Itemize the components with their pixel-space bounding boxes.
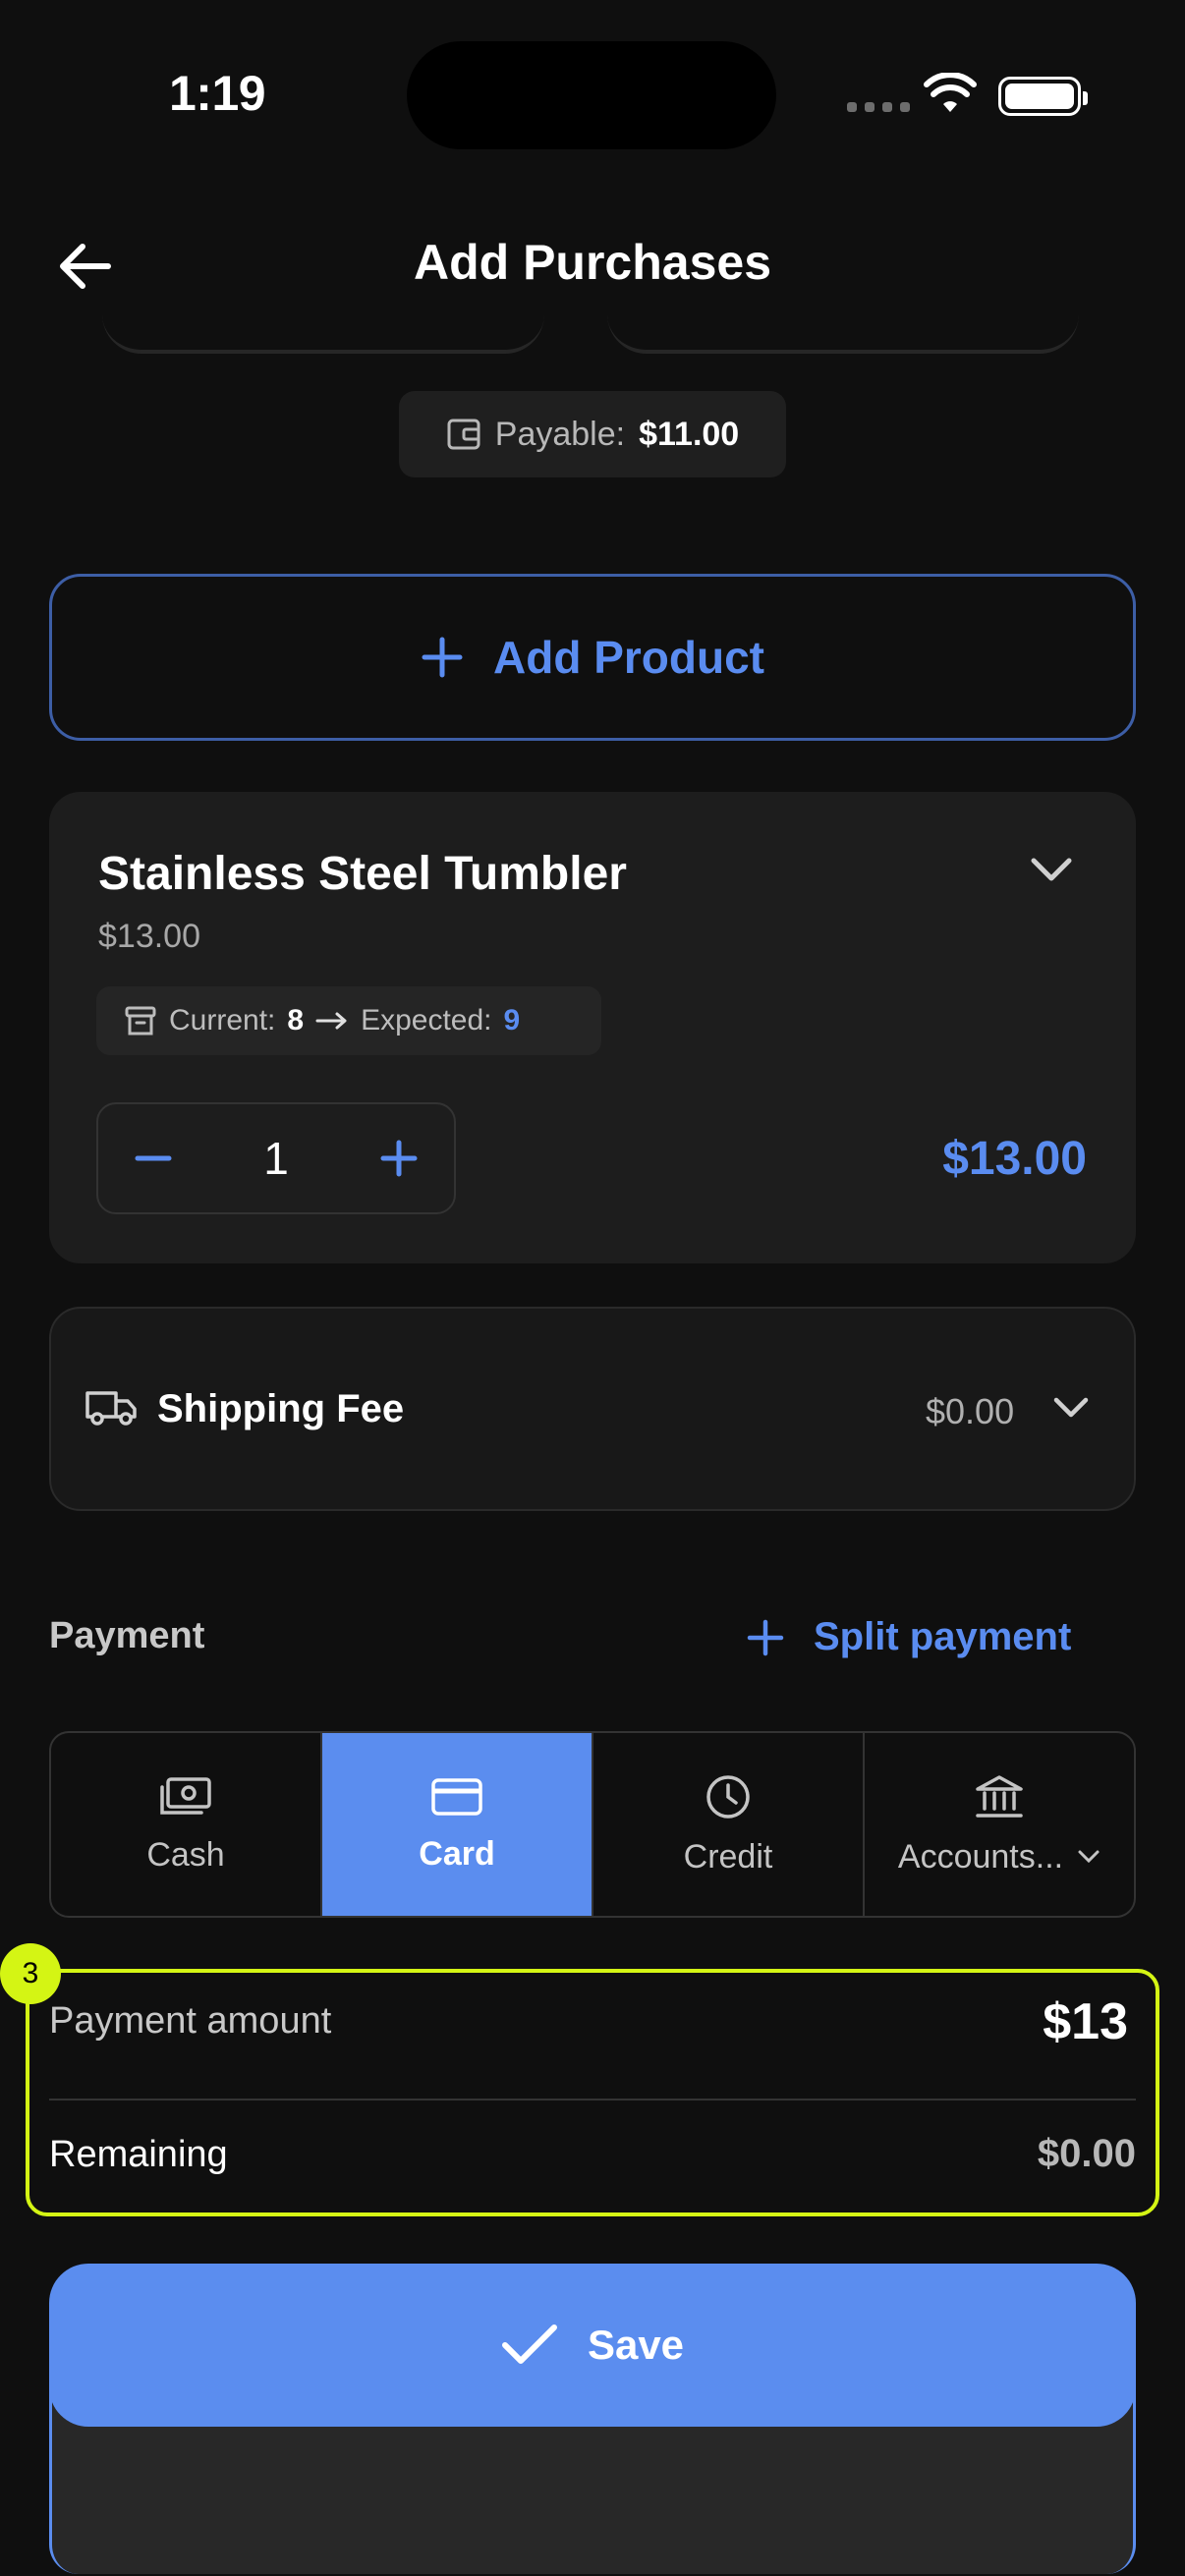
payment-amount-label: Payment amount	[49, 2000, 332, 2042]
annotation-badge: 3	[0, 1943, 61, 2004]
page-title: Add Purchases	[413, 235, 771, 290]
payable-chip: Payable: $11.00	[399, 391, 786, 477]
chevron-down-icon[interactable]	[1028, 855, 1075, 884]
payment-method-accounts[interactable]: Accounts...	[865, 1733, 1134, 1916]
product-price: $13.00	[98, 918, 200, 955]
payment-amount-value[interactable]: $13	[1043, 1992, 1128, 2051]
clock-icon	[706, 1774, 750, 1819]
add-product-label: Add Product	[493, 632, 764, 683]
stock-chip: Current: 8 Expected: 9	[96, 986, 601, 1055]
current-stock-label: Current:	[169, 1004, 276, 1036]
remaining-label: Remaining	[49, 2134, 228, 2175]
save-button[interactable]: Save	[49, 2264, 1136, 2427]
product-name: Stainless Steel Tumbler	[98, 848, 627, 900]
shipping-fee-value: $0.00	[926, 1391, 1015, 1431]
chevron-down-icon	[1078, 1850, 1100, 1864]
remaining-value: $0.00	[1037, 2132, 1136, 2175]
payment-method-label: Cash	[146, 1835, 225, 1874]
card-icon	[431, 1777, 482, 1816]
line-total: $13.00	[942, 1133, 1087, 1185]
payment-method-label: Card	[419, 1834, 495, 1873]
expected-stock-label: Expected:	[361, 1004, 492, 1036]
payment-method-card[interactable]: Card	[322, 1733, 593, 1916]
expected-stock-value: 9	[503, 1004, 521, 1036]
plus-icon[interactable]	[379, 1139, 419, 1178]
battery-icon	[998, 77, 1088, 116]
payment-method-credit[interactable]: Credit	[593, 1733, 865, 1916]
chevron-down-icon[interactable]	[1051, 1395, 1091, 1421]
checkmark-icon	[501, 2324, 557, 2364]
payable-value: $11.00	[639, 415, 740, 453]
payment-method-label: Accounts...	[897, 1837, 1064, 1876]
payable-label: Payable:	[494, 415, 626, 453]
scrolled-card-edge	[607, 314, 1079, 354]
status-time: 1:19	[169, 66, 266, 121]
cash-icon	[160, 1776, 211, 1815]
divider	[49, 2099, 1136, 2100]
payment-method-cash[interactable]: Cash	[51, 1733, 322, 1916]
signal-icon	[847, 102, 910, 112]
quantity-value[interactable]: 1	[263, 1132, 289, 1185]
arrow-right-icon	[315, 1012, 347, 1030]
minus-icon[interactable]	[134, 1139, 173, 1178]
shipping-fee-label: Shipping Fee	[157, 1387, 405, 1430]
scrolled-card-edge	[102, 314, 544, 354]
plus-icon	[747, 1619, 784, 1655]
split-payment-button[interactable]: Split payment	[747, 1615, 1071, 1659]
current-stock-value: 8	[287, 1004, 305, 1036]
wifi-icon	[924, 73, 977, 112]
archive-icon	[125, 1006, 156, 1036]
payment-method-selector: Cash Card Credit Accounts...	[49, 1731, 1136, 1918]
bank-icon	[976, 1774, 1023, 1818]
payment-method-label: Credit	[683, 1837, 773, 1876]
wallet-icon	[447, 419, 480, 450]
payment-section-label: Payment	[49, 1615, 205, 1656]
quantity-stepper: 1	[96, 1102, 456, 1214]
add-product-button[interactable]: Add Product	[49, 574, 1136, 741]
truck-icon	[85, 1391, 137, 1426]
plus-icon	[422, 637, 463, 678]
save-label: Save	[587, 2322, 685, 2368]
split-payment-label: Split payment	[814, 1615, 1072, 1658]
dynamic-island	[407, 41, 776, 149]
